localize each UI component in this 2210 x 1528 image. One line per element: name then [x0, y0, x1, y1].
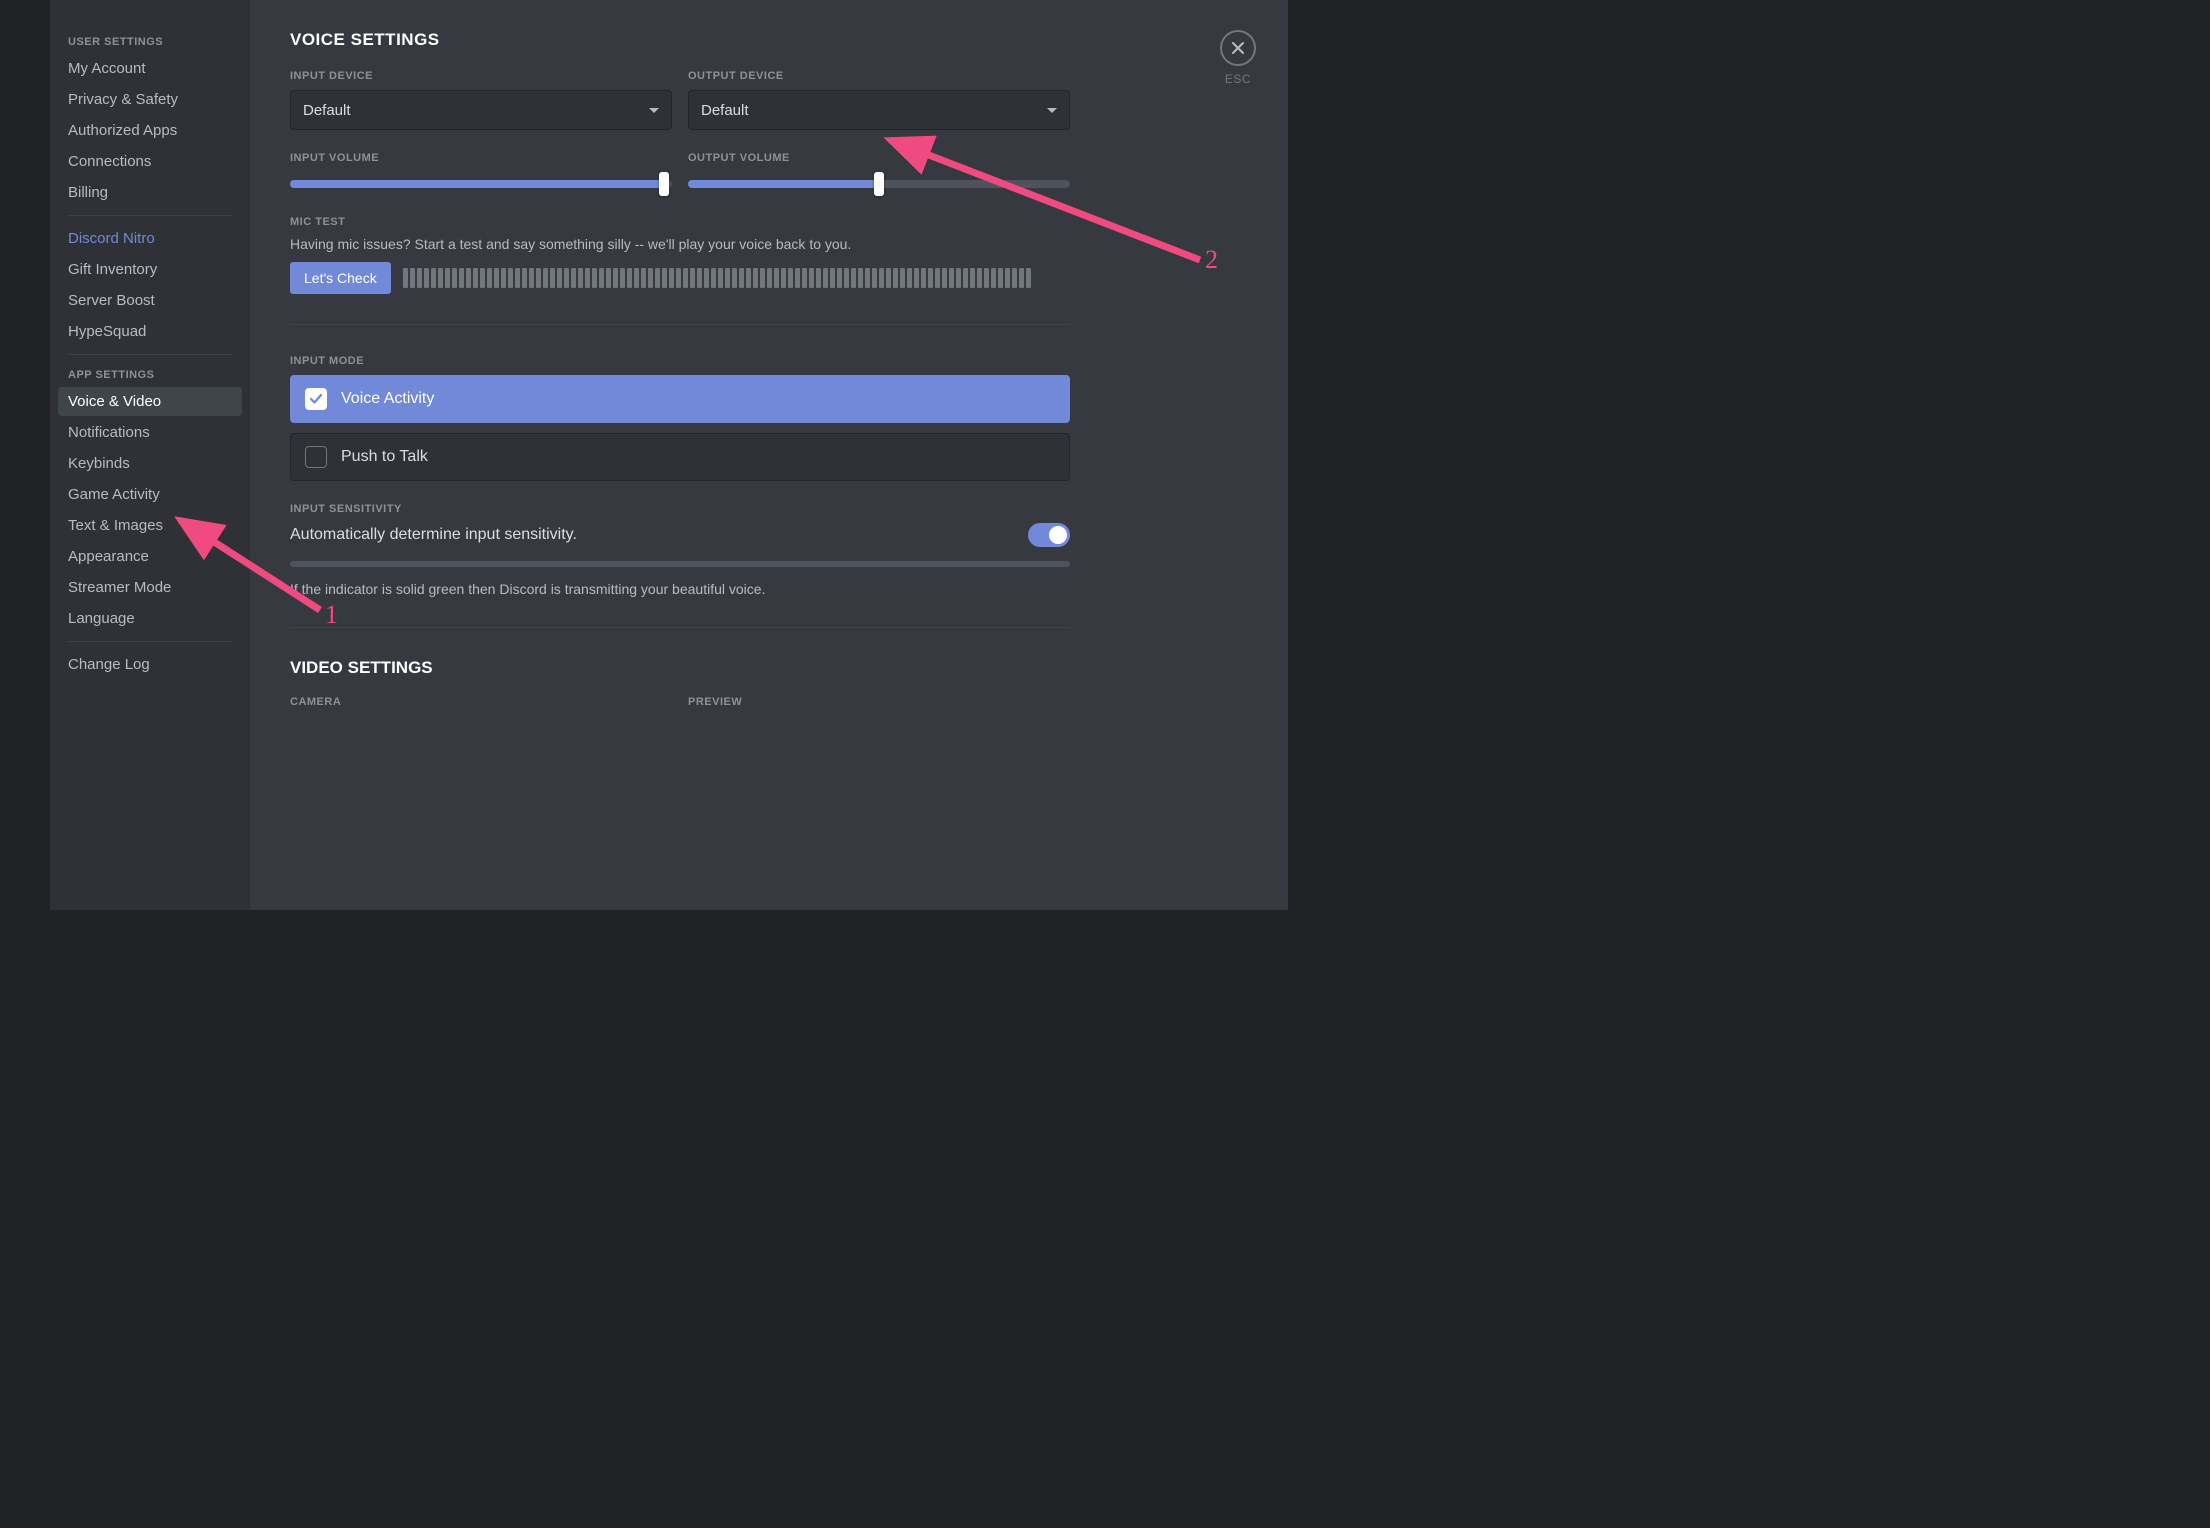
- input-mode-push-to-talk[interactable]: Push to Talk: [290, 433, 1070, 481]
- input-device-label: INPUT DEVICE: [290, 70, 672, 82]
- sidebar-item-billing[interactable]: Billing: [58, 178, 242, 207]
- slider-fill: [290, 180, 664, 188]
- checkbox-checked: [305, 388, 327, 410]
- sidebar-item-keybinds[interactable]: Keybinds: [58, 449, 242, 478]
- close-button[interactable]: [1220, 30, 1256, 66]
- input-mode-voice-activity[interactable]: Voice Activity: [290, 375, 1070, 423]
- sidebar-item-nitro[interactable]: Discord Nitro: [58, 224, 242, 253]
- radio-label: Voice Activity: [341, 390, 434, 408]
- slider-fill: [688, 180, 879, 188]
- slider-thumb[interactable]: [659, 172, 669, 196]
- preview-label: PREVIEW: [688, 696, 1070, 708]
- radio-label: Push to Talk: [341, 448, 428, 466]
- check-icon: [309, 392, 323, 406]
- mic-test-label: MIC TEST: [290, 216, 1070, 228]
- sidebar-heading-user: USER SETTINGS: [58, 30, 242, 54]
- input-volume-label: INPUT VOLUME: [290, 152, 672, 164]
- output-volume-slider[interactable]: [688, 180, 1070, 188]
- main-content: ESC VOICE SETTINGS INPUT DEVICE Default …: [250, 0, 1288, 910]
- esc-label: ESC: [1220, 72, 1256, 86]
- sidebar-item-connections[interactable]: Connections: [58, 147, 242, 176]
- output-volume-label: OUTPUT VOLUME: [688, 152, 1070, 164]
- lets-check-button[interactable]: Let's Check: [290, 262, 391, 294]
- video-settings-title: VIDEO SETTINGS: [290, 658, 1070, 678]
- output-device-label: OUTPUT DEVICE: [688, 70, 1070, 82]
- input-device-select[interactable]: Default: [290, 90, 672, 130]
- separator: [68, 354, 232, 355]
- sidebar-item-change-log[interactable]: Change Log: [58, 650, 242, 679]
- sidebar-item-hypesquad[interactable]: HypeSquad: [58, 317, 242, 346]
- auto-sensitivity-toggle[interactable]: [1028, 523, 1070, 547]
- input-mode-label: INPUT MODE: [290, 355, 1070, 367]
- chevron-down-icon: [649, 108, 659, 113]
- output-device-select[interactable]: Default: [688, 90, 1070, 130]
- sidebar-item-text-images[interactable]: Text & Images: [58, 511, 242, 540]
- auto-sensitivity-label: Automatically determine input sensitivit…: [290, 526, 577, 544]
- divider: [290, 324, 1070, 325]
- sensitivity-help: If the indicator is solid green then Dis…: [290, 581, 1070, 597]
- sidebar-item-gift[interactable]: Gift Inventory: [58, 255, 242, 284]
- separator: [68, 215, 232, 216]
- input-device-value: Default: [303, 102, 351, 119]
- chevron-down-icon: [1047, 108, 1057, 113]
- sensitivity-indicator: [290, 561, 1070, 567]
- sidebar-item-language[interactable]: Language: [58, 604, 242, 633]
- input-volume-slider[interactable]: [290, 180, 672, 188]
- mic-test-help: Having mic issues? Start a test and say …: [290, 236, 1070, 252]
- separator: [68, 641, 232, 642]
- divider: [290, 627, 1070, 628]
- input-sensitivity-label: INPUT SENSITIVITY: [290, 503, 1070, 515]
- checkbox-unchecked: [305, 446, 327, 468]
- toggle-knob: [1049, 526, 1067, 544]
- sidebar-item-voice-video[interactable]: Voice & Video: [58, 387, 242, 416]
- sidebar-item-notifications[interactable]: Notifications: [58, 418, 242, 447]
- sidebar-item-authorized-apps[interactable]: Authorized Apps: [58, 116, 242, 145]
- camera-label: CAMERA: [290, 696, 672, 708]
- output-device-value: Default: [701, 102, 749, 119]
- close-icon: [1230, 40, 1246, 56]
- sidebar-item-privacy[interactable]: Privacy & Safety: [58, 85, 242, 114]
- close-area: ESC: [1220, 30, 1256, 86]
- page-title: VOICE SETTINGS: [290, 30, 1070, 50]
- sidebar-item-server-boost[interactable]: Server Boost: [58, 286, 242, 315]
- gutter: [0, 0, 50, 910]
- slider-thumb[interactable]: [874, 172, 884, 196]
- sidebar-item-my-account[interactable]: My Account: [58, 54, 242, 83]
- sidebar-item-streamer-mode[interactable]: Streamer Mode: [58, 573, 242, 602]
- mic-level-meter: [403, 268, 1070, 288]
- sidebar-item-appearance[interactable]: Appearance: [58, 542, 242, 571]
- sidebar: USER SETTINGS My Account Privacy & Safet…: [50, 0, 250, 910]
- sidebar-item-game-activity[interactable]: Game Activity: [58, 480, 242, 509]
- sidebar-heading-app: APP SETTINGS: [58, 363, 242, 387]
